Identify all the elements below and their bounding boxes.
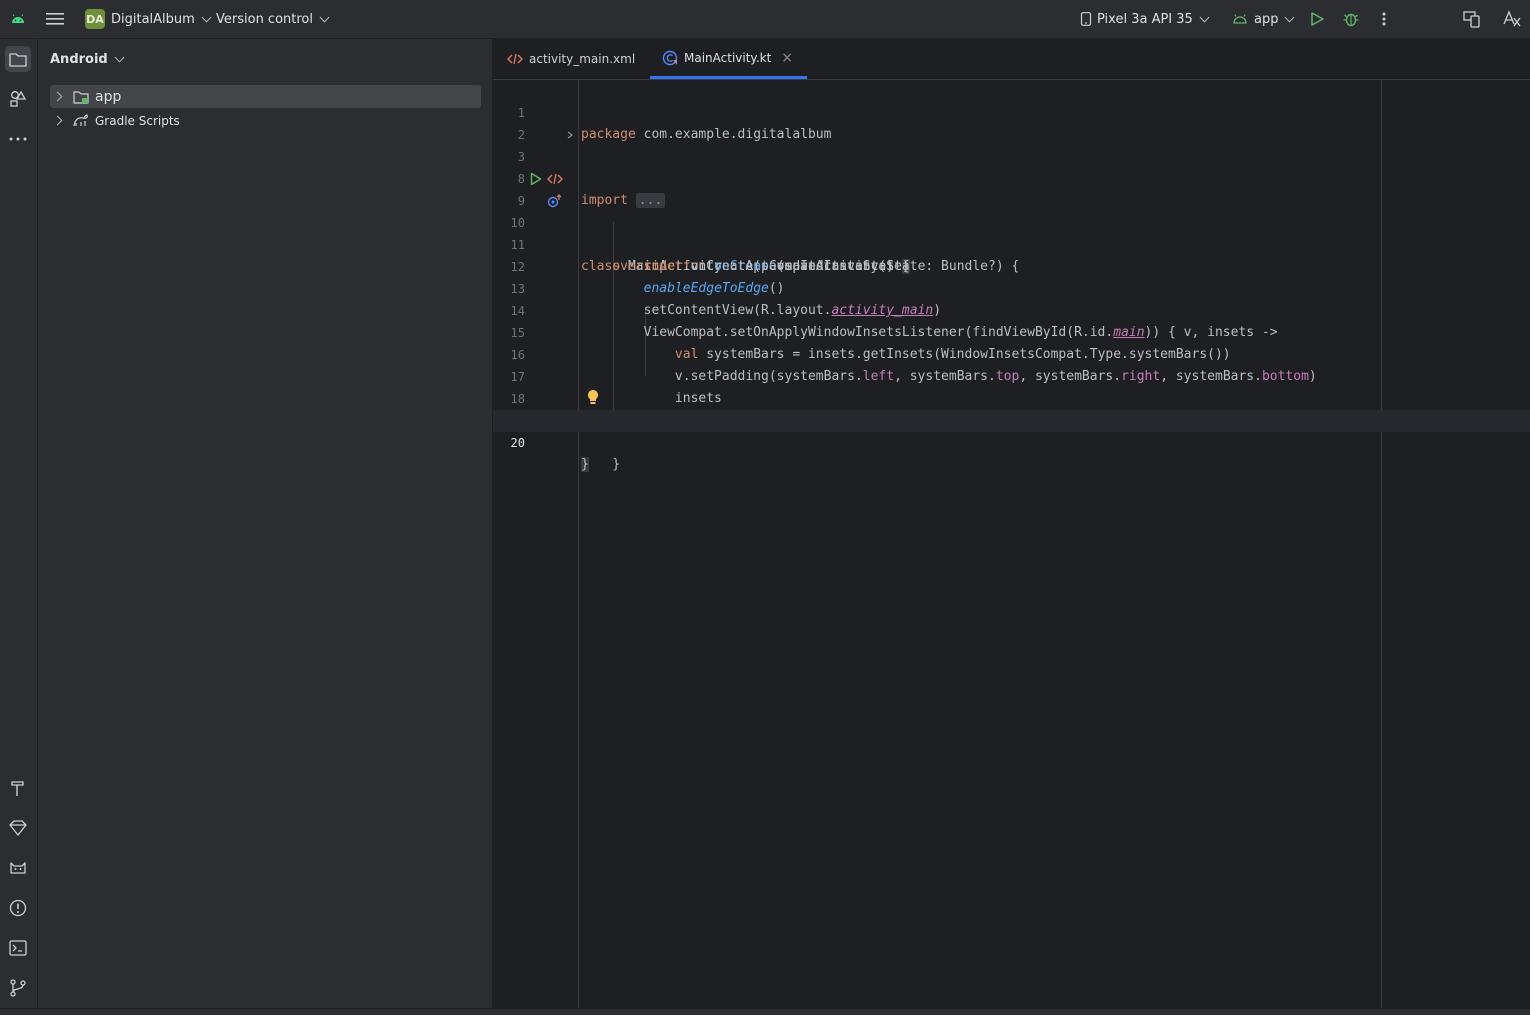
code-line: 10 override fun onCreate(savedInstanceSt…: [493, 190, 1530, 274]
code-line: 19 }: [493, 386, 1530, 472]
tab-mainactivity-kt[interactable]: MainActivity.kt ×: [650, 39, 808, 79]
code-line-current: 20 }: [493, 410, 1530, 472]
chevron-down-icon: [114, 52, 125, 63]
code-line: 15 val systemBars = insets.getInsets(Win…: [510, 326, 1231, 362]
android-logo-icon: [10, 0, 26, 38]
code-editor[interactable]: 1 package com.example.digitalalbum 2 3 i…: [493, 80, 1530, 1014]
main-menu-icon[interactable]: [46, 0, 64, 38]
code-line: 9 class MainActivity : AppCompatActivity…: [493, 168, 1530, 274]
project-panel: Android app Gradle Scripts: [38, 39, 493, 1014]
device-manager-button[interactable]: [1462, 0, 1482, 38]
device-label: Pixel 3a API 35: [1097, 11, 1193, 27]
version-control-label: Version control: [216, 11, 313, 27]
expand-arrow-icon[interactable]: [52, 91, 63, 102]
git-tool-button[interactable]: [5, 975, 31, 1001]
project-name: DigitalAlbum: [111, 11, 195, 27]
tab-activity-main-xml[interactable]: activity_main.xml: [507, 39, 635, 79]
code-line: 13 setContentView(R.layout.activity_main…: [510, 282, 942, 318]
git-branch-icon: [10, 979, 26, 997]
more-tool-windows-button[interactable]: [5, 126, 31, 152]
tree-item-app[interactable]: app: [50, 85, 481, 108]
project-selector[interactable]: DA DigitalAlbum: [85, 0, 212, 38]
terminal-icon: [9, 940, 27, 956]
code-line: 17 insets: [510, 370, 722, 406]
gemini-tool-button[interactable]: [5, 815, 31, 841]
layout-link-icon[interactable]: [547, 168, 563, 190]
editor-tab-bar: activity_main.xml MainActivity.kt ×: [493, 39, 1530, 80]
translate-icon: [1503, 10, 1521, 27]
chevron-down-icon: [201, 12, 212, 22]
code-line: 11 super.onCreate(savedInstanceState): [510, 238, 910, 274]
warning-circle-icon: [9, 899, 27, 917]
tree-item-label: Gradle Scripts: [95, 113, 180, 128]
terminal-tool-button[interactable]: [5, 935, 31, 961]
vertical-ellipsis-icon: [1382, 12, 1386, 26]
xml-icon: [507, 53, 523, 65]
chevron-down-icon: [319, 12, 330, 22]
project-badge: DA: [85, 9, 105, 29]
logcat-tool-button[interactable]: [5, 855, 31, 881]
gradle-icon: [73, 113, 88, 126]
run-config-label: app: [1254, 11, 1279, 27]
lightbulb-icon[interactable]: [587, 386, 599, 408]
expand-arrow-icon[interactable]: [52, 115, 63, 126]
phone-icon: [1080, 12, 1092, 26]
build-tool-button[interactable]: [5, 775, 31, 801]
code-line: 3 import ...: [493, 124, 1530, 208]
editor-area: activity_main.xml MainActivity.kt × 1 pa…: [493, 39, 1530, 1014]
translate-button[interactable]: [1502, 0, 1522, 38]
problems-tool-button[interactable]: [5, 895, 31, 921]
bug-icon: [1343, 13, 1359, 27]
project-view-label: Android: [50, 52, 108, 67]
module-folder-icon: [73, 90, 89, 104]
debug-button[interactable]: [1342, 0, 1360, 38]
device-selector[interactable]: Pixel 3a API 35: [1080, 0, 1210, 38]
main-toolbar: DA DigitalAlbum Version control Pixel 3a…: [0, 0, 1530, 39]
override-icon[interactable]: [547, 190, 563, 212]
resource-manager-button[interactable]: [5, 86, 31, 112]
code-line: 18 }: [510, 392, 652, 428]
android-app-icon: [1233, 14, 1247, 24]
code-line: 12 enableEdgeToEdge(): [510, 260, 785, 296]
resource-manager-icon: [10, 90, 27, 107]
chevron-down-icon: [1285, 12, 1295, 22]
run-button[interactable]: [1309, 0, 1325, 38]
run-icon: [1311, 12, 1324, 26]
more-actions-button[interactable]: [1381, 0, 1387, 38]
project-tool-button[interactable]: [5, 46, 31, 72]
run-gutter-icon[interactable]: [530, 168, 542, 190]
hammer-icon: [11, 781, 24, 796]
tool-window-strip: [0, 39, 38, 1014]
tree-item-gradle-scripts[interactable]: Gradle Scripts: [50, 109, 481, 132]
tab-label: MainActivity.kt: [684, 50, 772, 65]
close-icon[interactable]: ×: [781, 50, 793, 66]
fold-expand-icon[interactable]: [567, 124, 573, 146]
device-manager-icon: [1463, 11, 1480, 28]
code-line: 16 v.setPadding(systemBars.left, systemB…: [510, 348, 1317, 384]
code-line: 14 ViewCompat.setOnApplyWindowInsetsList…: [510, 304, 1278, 340]
kotlin-class-icon: [662, 50, 678, 65]
run-config-selector[interactable]: app: [1232, 0, 1295, 38]
version-control-menu[interactable]: Version control: [216, 0, 330, 38]
chevron-down-icon: [1199, 12, 1210, 22]
folder-icon: [9, 52, 27, 67]
tab-label: activity_main.xml: [529, 52, 636, 66]
tree-item-label: app: [95, 88, 122, 105]
code-line: 2: [517, 128, 525, 142]
code-line: 1 package com.example.digitalalbum: [517, 106, 832, 142]
cat-icon: [10, 862, 26, 874]
code-line: 8: [517, 172, 525, 186]
project-view-selector[interactable]: Android: [50, 52, 125, 67]
diamond-icon: [9, 820, 27, 836]
horizontal-ellipsis-icon: [9, 137, 27, 141]
